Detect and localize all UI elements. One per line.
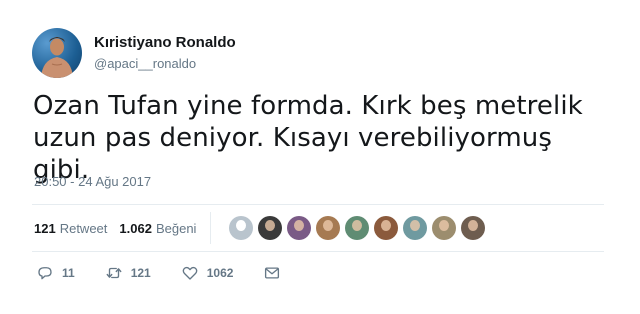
heart-icon: [182, 266, 198, 280]
liker-avatar-face: [265, 220, 276, 231]
liker-avatar-face: [468, 220, 479, 231]
display-name[interactable]: Kıristiyano Ronaldo: [94, 33, 236, 53]
retweet-stat-count: 121: [34, 220, 56, 236]
avatar-figure: [41, 37, 73, 78]
tweet-stats: 121 Retweet 1.062 Beğeni: [34, 212, 490, 244]
tweet-text: Ozan Tufan yine formda. Kırk beş metreli…: [33, 90, 613, 186]
envelope-icon: [265, 267, 280, 279]
liker-avatar[interactable]: [403, 216, 428, 240]
like-stat-label: Beğeni: [155, 220, 197, 236]
tweet-card: Kıristiyano Ronaldo @apaci__ronaldo Ozan…: [0, 0, 640, 314]
reply-icon: [38, 267, 52, 280]
liker-avatar[interactable]: [258, 216, 283, 240]
direct-message-button[interactable]: [263, 264, 281, 282]
retweet-count: 121: [130, 266, 151, 280]
liker-avatar[interactable]: [287, 216, 312, 240]
retweet-button[interactable]: 121: [105, 264, 151, 282]
liker-avatar[interactable]: [461, 216, 486, 240]
reply-count: 11: [62, 266, 75, 280]
stats-separator: [210, 212, 212, 244]
tweet-timestamp[interactable]: 20:50 - 24 Ağu 2017: [34, 174, 151, 189]
retweet-icon: [106, 267, 122, 279]
liker-avatar[interactable]: [432, 216, 457, 240]
liker-avatar[interactable]: [316, 216, 341, 240]
like-count: 1062: [206, 266, 234, 280]
like-stat[interactable]: 1.062 Beğeni: [119, 221, 196, 236]
liker-avatar[interactable]: [374, 216, 399, 240]
avatar[interactable]: [32, 28, 82, 78]
retweet-stat[interactable]: 121 Retweet: [34, 221, 107, 236]
user-handle[interactable]: @apaci__ronaldo: [94, 55, 236, 73]
liker-avatar[interactable]: [345, 216, 370, 240]
tweet-actions: 11 121 1062: [36, 262, 311, 284]
like-stat-count: 1.062: [119, 220, 152, 236]
divider: [32, 204, 604, 205]
reply-button[interactable]: 11: [36, 264, 75, 282]
tweet-text-line-1: Ozan Tufan yine formda. Kırk beş metreli…: [33, 91, 583, 121]
retweet-stat-label: Retweet: [59, 220, 108, 236]
tweet-header: Kıristiyano Ronaldo @apaci__ronaldo: [32, 28, 236, 78]
liker-avatar-face: [352, 220, 363, 231]
liker-avatar-face: [410, 220, 421, 231]
liker-avatar-face: [236, 220, 247, 231]
liker-avatar-face: [439, 220, 450, 231]
liker-avatar-face: [294, 220, 305, 231]
like-button[interactable]: 1062: [181, 264, 234, 282]
liker-avatar[interactable]: [229, 216, 254, 240]
divider: [32, 251, 604, 252]
liker-avatar-face: [323, 220, 334, 231]
liker-avatars: [229, 216, 490, 240]
liker-avatar-face: [381, 220, 392, 231]
user-names: Kıristiyano Ronaldo @apaci__ronaldo: [94, 33, 236, 73]
